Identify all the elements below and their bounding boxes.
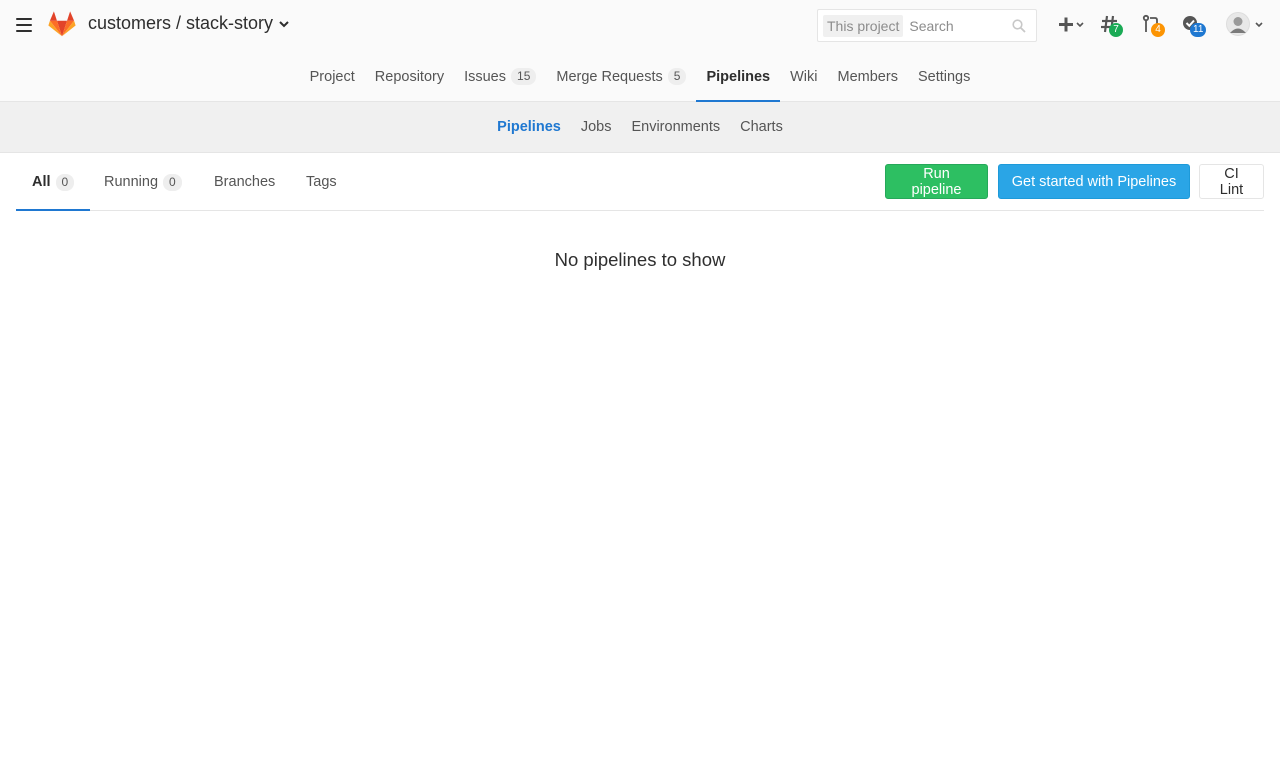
empty-state-message: No pipelines to show [554, 249, 726, 270]
nav-item-project[interactable]: Project [300, 52, 365, 101]
running-count: 0 [163, 173, 182, 191]
project-path: customers / stack-story [88, 13, 274, 33]
new-item-dropdown[interactable] [1058, 14, 1086, 36]
assigned-merge-requests-link[interactable]: 4 [1142, 14, 1168, 37]
subnav-item-environments[interactable]: Environments [621, 119, 730, 135]
todos-count-badge: 11 [1190, 23, 1207, 37]
all-count: 0 [55, 173, 75, 191]
issues-count: 15 [511, 68, 537, 85]
subnav-item-pipelines[interactable]: Pipelines [487, 119, 571, 135]
search-scope-badge[interactable]: This project [823, 14, 904, 37]
hamburger-menu-icon[interactable] [16, 18, 32, 32]
ci-lint-button[interactable]: CI Lint [1199, 164, 1264, 199]
nav-item-merge-requests[interactable]: Merge Requests 5 [546, 52, 696, 101]
nav-item-settings[interactable]: Settings [908, 52, 980, 101]
search-box: This project [817, 9, 1037, 42]
nav-item-wiki[interactable]: Wiki [780, 52, 827, 101]
merge-requests-count-badge: 4 [1151, 23, 1165, 37]
todos-link[interactable]: 11 [1182, 14, 1212, 37]
user-menu-dropdown[interactable] [1226, 12, 1266, 36]
avatar [1226, 12, 1263, 36]
gitlab-logo-icon[interactable] [48, 11, 76, 37]
subnav-item-charts[interactable]: Charts [730, 119, 793, 135]
top-header: customers / stack-story This project 7 [0, 0, 1280, 102]
project-nav: Project Repository Issues 15 Merge Reques… [0, 52, 1280, 102]
assigned-issues-link[interactable]: 7 [1100, 14, 1126, 37]
search-icon [1012, 19, 1026, 33]
nav-item-members[interactable]: Members [828, 52, 908, 101]
get-started-pipelines-button[interactable]: Get started with Pipelines [998, 164, 1190, 199]
pipelines-subnav: Pipelines Jobs Environments Charts [0, 102, 1280, 153]
search-input[interactable] [909, 17, 1005, 34]
run-pipeline-button[interactable]: Run pipeline [885, 164, 988, 199]
nav-item-repository[interactable]: Repository [365, 52, 454, 101]
merge-requests-count: 5 [667, 68, 687, 85]
tab-branches[interactable]: Branches [214, 154, 275, 210]
nav-item-issues[interactable]: Issues 15 [454, 52, 546, 101]
chevron-down-icon [279, 20, 289, 27]
nav-item-pipelines[interactable]: Pipelines [696, 52, 780, 102]
plus-icon [1059, 17, 1084, 32]
issues-count-badge: 7 [1109, 23, 1123, 37]
subnav-item-jobs[interactable]: Jobs [571, 119, 622, 135]
tab-tags[interactable]: Tags [306, 154, 337, 210]
tab-running[interactable]: Running 0 [104, 154, 182, 210]
project-title[interactable]: customers / stack-story [88, 13, 289, 34]
tab-all[interactable]: All 0 [16, 154, 91, 211]
